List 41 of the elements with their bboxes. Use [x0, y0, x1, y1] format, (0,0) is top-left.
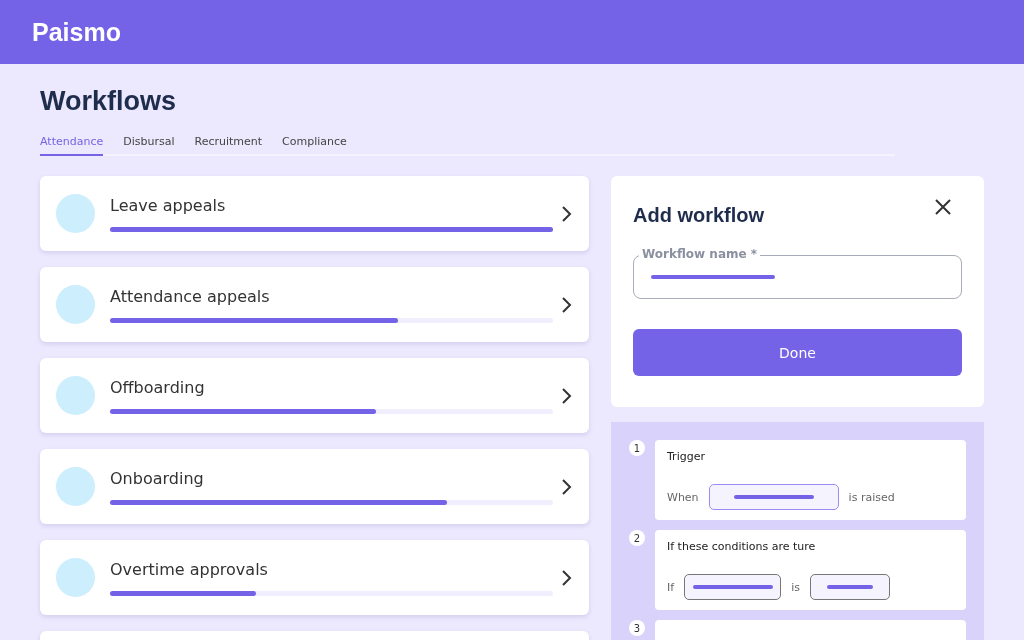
workflow-card[interactable]: Attendance appeals	[40, 267, 589, 342]
step-number: 2	[629, 530, 645, 546]
step-label: When	[667, 490, 699, 504]
chevron-right-icon[interactable]	[561, 386, 573, 405]
tab[interactable]: Disbursal	[123, 135, 175, 156]
tab[interactable]: Recruitment	[194, 135, 263, 156]
close-icon[interactable]	[934, 198, 952, 216]
workflow-name: Leave appeals	[110, 195, 227, 215]
step-number: 1	[629, 440, 645, 456]
avatar-circle	[56, 285, 95, 324]
workflow-card[interactable]: Onboarding	[40, 449, 589, 524]
tab[interactable]: Attendance	[40, 135, 104, 156]
step-label: is	[791, 580, 800, 594]
workflow-name: Overtime approvals	[110, 559, 269, 579]
avatar-circle	[56, 194, 95, 233]
step-label: If	[667, 580, 675, 594]
logo[interactable]: Paismo	[32, 17, 121, 47]
chevron-right-icon[interactable]	[561, 295, 573, 314]
avatar-circle	[56, 558, 95, 597]
workflow-card[interactable]: Overtime approvals	[40, 540, 589, 615]
step-title: If these conditions are ture	[667, 540, 817, 553]
tab[interactable]: Compliance	[282, 135, 347, 156]
workflow-name: Offboarding	[110, 377, 206, 397]
workflow-card[interactable]: Offboarding	[40, 358, 589, 433]
step-number: 3	[629, 620, 645, 636]
chevron-right-icon[interactable]	[561, 204, 573, 223]
chevron-right-icon[interactable]	[561, 477, 573, 496]
field-dropdown[interactable]	[684, 574, 782, 600]
event-dropdown[interactable]	[708, 484, 839, 510]
workflow-name: Attendance appeals	[110, 286, 271, 306]
page-title: Workflows	[40, 86, 177, 117]
avatar-circle	[56, 376, 95, 415]
value-dropdown[interactable]	[809, 574, 890, 600]
done-button[interactable]: Done	[633, 329, 962, 376]
workflow-card[interactable]: Leave appeals	[40, 176, 589, 251]
step-label: is raised	[848, 490, 895, 504]
chevron-right-icon[interactable]	[561, 568, 573, 587]
dialog-title: Add workflow	[633, 204, 765, 227]
avatar-circle	[56, 467, 95, 506]
workflow-name: Onboarding	[110, 468, 205, 488]
step-title: Trigger	[667, 450, 706, 463]
